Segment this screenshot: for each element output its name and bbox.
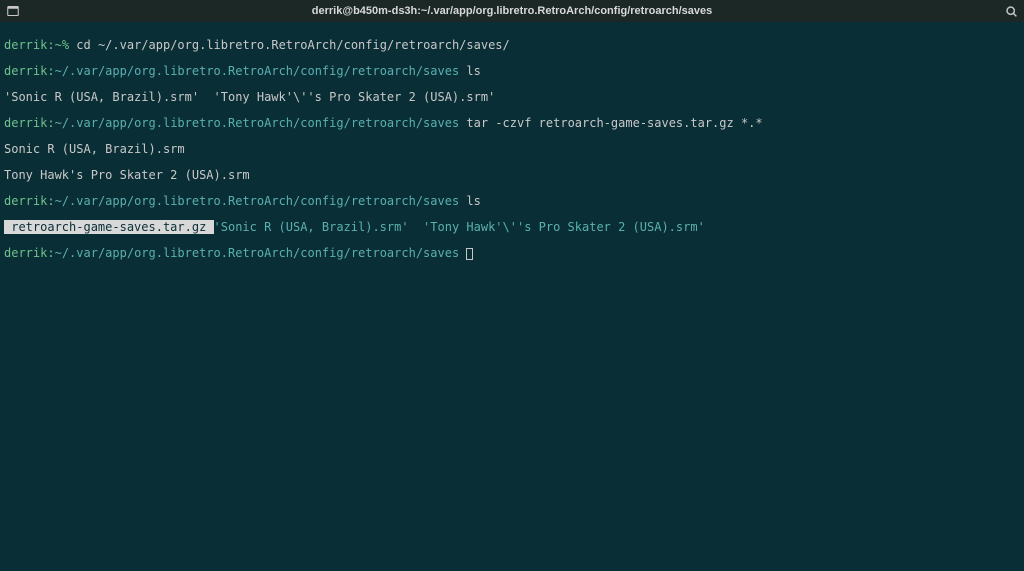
file-name: 'Tony Hawk'\''s Pro Skater 2 (USA).srm'	[423, 220, 705, 234]
prompt-user: derrik	[4, 194, 47, 208]
highlighted-file: retroarch-game-saves.tar.gz	[4, 220, 214, 234]
terminal-line: derrik:~% cd ~/.var/app/org.libretro.Ret…	[4, 39, 1020, 52]
prompt-user: derrik	[4, 64, 47, 78]
output-text: Sonic R (USA, Brazil).srm	[4, 142, 185, 156]
terminal-line: derrik:~/.var/app/org.libretro.RetroArch…	[4, 65, 1020, 78]
prompt-tilde: ~	[55, 38, 62, 52]
terminal-line: Tony Hawk's Pro Skater 2 (USA).srm	[4, 169, 1020, 182]
terminal-line: Sonic R (USA, Brazil).srm	[4, 143, 1020, 156]
prompt-symbol	[459, 246, 466, 260]
terminal-line: derrik:~/.var/app/org.libretro.RetroArch…	[4, 195, 1020, 208]
prompt-path: /.var/app/org.libretro.RetroArch/config/…	[62, 64, 459, 78]
prompt-sep: :	[47, 64, 54, 78]
terminal-line: 'Sonic R (USA, Brazil).srm' 'Tony Hawk'\…	[4, 91, 1020, 104]
prompt-user: derrik	[4, 116, 47, 130]
terminal-line: derrik:~/.var/app/org.libretro.RetroArch…	[4, 247, 1020, 260]
prompt-path: /.var/app/org.libretro.RetroArch/config/…	[62, 194, 459, 208]
output-text: Tony Hawk's Pro Skater 2 (USA).srm	[4, 168, 250, 182]
window-title: derrik@b450m-ds3h:~/.var/app/org.libretr…	[312, 5, 712, 17]
prompt-tilde: ~	[55, 246, 62, 260]
command-text: ls	[466, 194, 480, 208]
prompt-tilde: ~	[55, 194, 62, 208]
terminal-icon	[6, 4, 20, 18]
spacer	[409, 220, 423, 234]
prompt-sep: :	[47, 116, 54, 130]
terminal-output-area[interactable]: derrik:~% cd ~/.var/app/org.libretro.Ret…	[0, 22, 1024, 277]
prompt-user: derrik	[4, 38, 47, 52]
prompt-sep: :	[47, 246, 54, 260]
command-text: tar -czvf retroarch-game-saves.tar.gz *.…	[466, 116, 762, 130]
prompt-symbol: %	[62, 38, 76, 52]
prompt-sep: :	[47, 38, 54, 52]
prompt-path: /.var/app/org.libretro.RetroArch/config/…	[62, 246, 459, 260]
window-titlebar: derrik@b450m-ds3h:~/.var/app/org.libretr…	[0, 0, 1024, 22]
command-text: ls	[466, 64, 480, 78]
search-icon[interactable]	[1004, 4, 1018, 18]
prompt-sep: :	[47, 194, 54, 208]
prompt-user: derrik	[4, 246, 47, 260]
prompt-tilde: ~	[55, 64, 62, 78]
output-text: 'Sonic R (USA, Brazil).srm' 'Tony Hawk'\…	[4, 90, 495, 104]
file-name: 'Sonic R (USA, Brazil).srm'	[214, 220, 409, 234]
terminal-line: derrik:~/.var/app/org.libretro.RetroArch…	[4, 117, 1020, 130]
prompt-path: /.var/app/org.libretro.RetroArch/config/…	[62, 116, 459, 130]
terminal-line: retroarch-game-saves.tar.gz 'Sonic R (US…	[4, 221, 1020, 234]
prompt-tilde: ~	[55, 116, 62, 130]
command-text: cd ~/.var/app/org.libretro.RetroArch/con…	[76, 38, 509, 52]
cursor[interactable]	[466, 248, 473, 260]
